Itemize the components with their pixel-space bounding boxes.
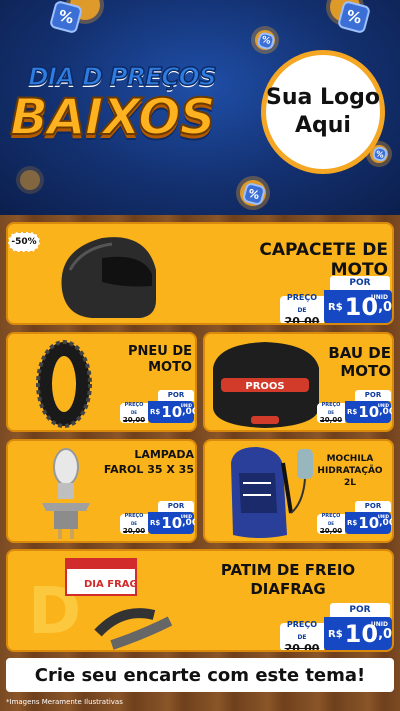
price-tag: PREÇO DE 20,00 R$ 10 ,00 UNID	[317, 512, 394, 535]
product-name: CAPACETE DE MOTO	[259, 240, 388, 280]
old-price-box: PREÇO DE 20,00	[120, 402, 148, 424]
price-tag: PREÇO DE 20,00 R$ 10 ,00 UNID	[317, 401, 394, 424]
por-label: POR	[355, 390, 391, 401]
old-price-box: PREÇO DE 20,00	[120, 513, 148, 535]
preco-label: PREÇO	[286, 292, 318, 302]
backpack-icon	[231, 447, 313, 538]
product-card-helmet[interactable]: CAPACETE DE MOTO POR PREÇO DE 20,00 R$ 1…	[6, 222, 394, 325]
product-card-backpack[interactable]: MOCHILA HIDRATAÇÃO 2L POR PREÇO DE 20,00…	[203, 439, 394, 543]
logo-line1: Sua Logo	[266, 85, 381, 110]
product-card-bulb[interactable]: LAMPADA FAROL 35 X 35 POR PREÇO DE 20,00…	[6, 439, 197, 543]
new-price-box: R$ 10 ,00 UNID	[324, 290, 393, 323]
old-price: DE 20,00	[284, 306, 320, 325]
svg-text:DIA FRAG: DIA FRAG	[84, 579, 138, 590]
helmet-icon	[61, 237, 156, 318]
brake-shoe-icon: DIA FRAG	[65, 558, 173, 650]
por-label: POR	[355, 501, 391, 512]
disclaimer-text: *Imagens Meramente Ilustrativas	[6, 698, 123, 706]
cta-text: Crie seu encarte com este tema!	[34, 664, 366, 686]
new-price-box: R$ 10 ,00 UNID	[345, 512, 394, 534]
product-name: PNEU DE MOTO	[127, 344, 192, 375]
product-name: BAU DE MOTO	[328, 344, 391, 380]
new-price-box: R$ 10 ,00 UNID	[324, 617, 392, 650]
top-case-icon: PROOS	[213, 342, 319, 428]
tire-icon	[36, 340, 92, 428]
promo-title-main: BAIXOS	[9, 87, 217, 147]
logo-line2: Aqui	[295, 113, 351, 138]
percent-icon: %	[48, 0, 84, 35]
price-tag: PREÇO DE 20,00 R$ 10 ,00 UNID	[120, 401, 197, 424]
product-card-tire[interactable]: PNEU DE MOTO POR PREÇO DE 20,00 R$ 10 ,0…	[6, 332, 197, 432]
logo-placeholder[interactable]: Sua Logo Aqui	[261, 50, 385, 174]
price-tag: PREÇO DE 20,00 R$ 10 ,00 UNID	[280, 290, 393, 325]
product-name: PATIM DE FREIO DIAFRAG	[220, 561, 356, 598]
new-price-box: R$ 10 ,00 UNID	[345, 401, 394, 423]
new-price-box: R$ 10 ,00 UNID	[148, 401, 197, 423]
product-card-topcase[interactable]: PROOS BAU DE MOTO POR PREÇO DE 20,00 R$ …	[203, 332, 394, 432]
new-price-box: R$ 10 ,00 UNID	[148, 512, 197, 534]
burst-decoration	[20, 170, 40, 190]
old-price-box: PREÇO DE 20,00	[317, 513, 345, 535]
product-card-brake-shoe[interactable]: D DIA FRAG PATIM DE FREIO DIAFRAG POR PR…	[6, 549, 394, 652]
old-price-box: PREÇO DE 20,00	[317, 402, 345, 424]
header-banner: % % % % % DIA D PREÇOS BAIXOS Sua Logo A…	[0, 0, 400, 215]
price-tag: PREÇO DE 20,00 R$ 10 ,00 UNID	[120, 512, 197, 535]
price-tag: PREÇO DE 20,00 R$ 10 ,00 UNID	[280, 617, 392, 650]
old-price-box: PREÇO DE 20,00	[280, 620, 324, 650]
por-label: POR	[330, 603, 390, 617]
old-price-box: PREÇO DE 20,00	[280, 292, 324, 325]
currency: R$	[328, 301, 343, 313]
promo-title-top: DIA D PREÇOS	[27, 61, 217, 92]
por-label: POR	[158, 390, 194, 401]
cta-banner[interactable]: Crie seu encarte com este tema!	[6, 658, 394, 692]
bulb-icon	[42, 448, 90, 539]
por-label: POR	[330, 276, 390, 290]
por-label: POR	[158, 501, 194, 512]
percent-icon: %	[336, 0, 372, 35]
product-name: LAMPADA FAROL 35 X 35	[103, 448, 194, 476]
discount-badge: -50%	[8, 232, 40, 252]
product-name: MOCHILA HIDRATAÇÃO 2L	[317, 454, 383, 488]
price-cents: ,00	[378, 299, 393, 315]
unid-label: UNID	[370, 294, 388, 301]
svg-text:PROOS: PROOS	[245, 381, 284, 392]
